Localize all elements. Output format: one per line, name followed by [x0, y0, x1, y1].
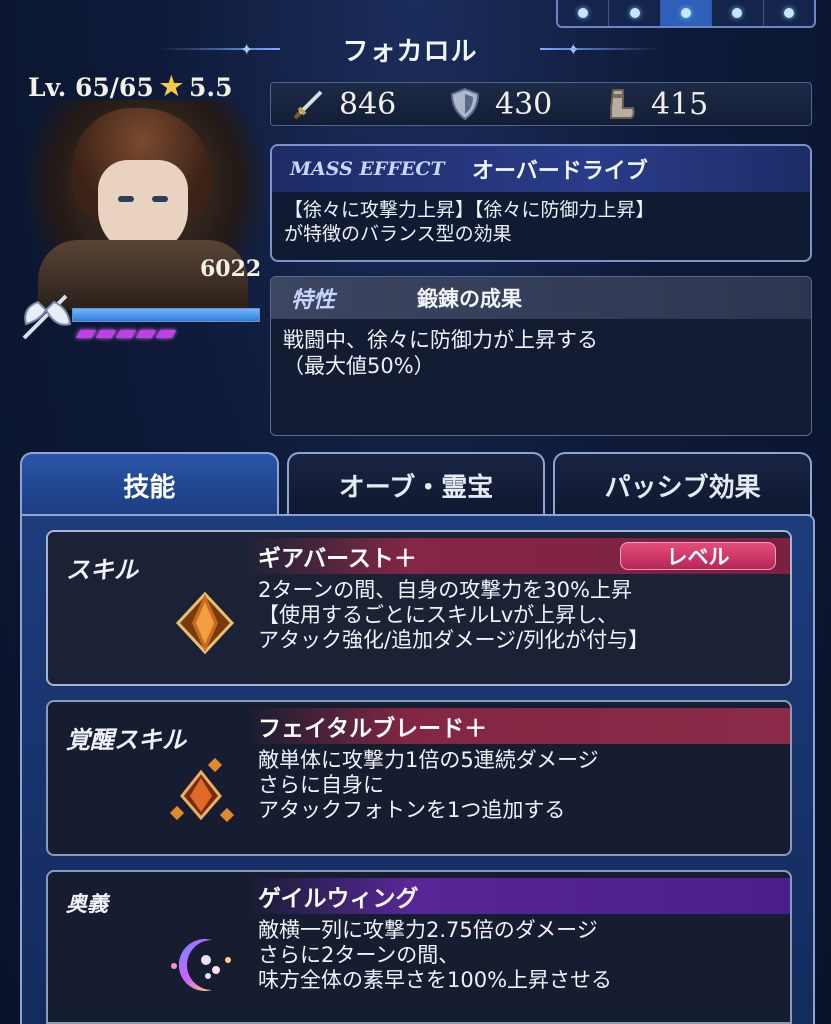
mp-pip	[115, 330, 137, 338]
mass-effect-header: MASS EFFECT オーバードライブ	[272, 146, 810, 192]
skill-name-bar: ゲイルウィング	[244, 878, 790, 914]
boot-icon	[610, 89, 635, 119]
hp-bar	[72, 308, 260, 322]
skill-name-bar: ギアバースト＋ レベル	[244, 538, 790, 574]
title-bar: ✦ フォカロル ✦	[140, 30, 680, 68]
mp-pip	[135, 330, 157, 338]
mass-effect-name: オーバードライブ	[472, 159, 648, 184]
skill-description: 2ターンの間、自身の攻撃力を30%上昇 【使用するごとにスキルLvが上昇し、 ア…	[258, 578, 780, 653]
star-icon: ★	[159, 72, 184, 102]
mp-pips	[75, 330, 177, 338]
shield-icon	[450, 87, 480, 121]
page-dot[interactable]	[558, 0, 610, 26]
skill-card[interactable]: スキル ギアバースト＋ レベル 2ターンの間、自身の攻撃力を30%上昇 【使用す…	[46, 530, 792, 686]
title-ornament	[160, 48, 280, 50]
skill-desc-line: さらに自身に	[258, 773, 384, 797]
defense-stat: 430	[427, 86, 583, 122]
skill-desc-line: アタックフォトンを1つ追加する	[258, 798, 566, 822]
ultimate-skill-card[interactable]: 奥義 ゲイルウィング 敵横一列に攻撃力2.75倍のダメージ さらに2ターンの間、…	[46, 870, 792, 1024]
mass-effect-description: 【徐々に攻撃力上昇】【徐々に防御力上昇】 が特徴のバランス型の効果	[272, 192, 810, 252]
trait-panel: 特性 鍛錬の成果 戦闘中、徐々に防御力が上昇する （最大値50%）	[270, 276, 812, 436]
defense-value: 430	[495, 86, 553, 122]
title-ornament	[540, 48, 660, 50]
page-indicator[interactable]	[556, 0, 816, 28]
trait-desc-line: （最大値50%）	[283, 354, 435, 378]
mass-effect-desc-line: 【徐々に攻撃力上昇】【徐々に防御力上昇】	[284, 199, 655, 221]
skill-description: 敵単体に攻撃力1倍の5連続ダメージ さらに自身に アタックフォトンを1つ追加する	[258, 748, 780, 823]
gem-cluster-icon	[166, 757, 236, 828]
mp-pip	[155, 330, 177, 338]
level-button[interactable]: レベル	[620, 542, 776, 570]
tab-orbs[interactable]: オーブ・霊宝	[286, 452, 546, 516]
skill-desc-line: さらに2ターンの間、	[258, 943, 460, 967]
tab-passive[interactable]: パッシブ効果	[553, 452, 813, 516]
trait-desc-line: 戦闘中、徐々に防御力が上昇する	[283, 328, 598, 352]
skill-desc-line: 【使用するごとにスキルLvが上昇し、	[258, 603, 619, 627]
mp-pip	[95, 330, 117, 338]
trait-tag: 特性	[291, 288, 336, 313]
skill-name: ギアバースト＋	[258, 546, 417, 572]
attack-stat: 846	[271, 86, 427, 122]
speed-stat: 415	[583, 86, 739, 122]
trait-header: 特性 鍛錬の成果	[271, 277, 811, 319]
skill-type-label: スキル	[66, 556, 138, 584]
skill-desc-line: 味方全体の素早さを100%上昇させる	[258, 968, 613, 992]
awakened-skill-card[interactable]: 覚醒スキル フェイタルブレード＋ 敵単体に攻撃力1倍の5連続ダメージ さらに自身…	[46, 700, 792, 856]
skill-desc-line: アタック強化/追加ダメージ/列化が付与】	[258, 628, 650, 652]
trait-name: 鍛錬の成果	[417, 287, 522, 311]
sparkle-icon: ✦	[240, 40, 254, 59]
skill-desc-line: 2ターンの間、自身の攻撃力を30%上昇	[258, 578, 632, 602]
sword-icon	[293, 90, 323, 120]
power-value: 6022	[200, 256, 262, 282]
stats-bar: 846 430 415	[270, 82, 812, 126]
page-dot[interactable]	[764, 0, 814, 26]
skill-description: 敵横一列に攻撃力2.75倍のダメージ さらに2ターンの間、 味方全体の素早さを1…	[258, 918, 780, 993]
tab-bar: 技能 オーブ・霊宝 パッシブ効果	[20, 452, 813, 516]
tab-skills[interactable]: 技能	[20, 452, 279, 516]
skill-type-label: 覚醒スキル	[66, 726, 186, 754]
trait-description: 戦闘中、徐々に防御力が上昇する （最大値50%）	[271, 319, 811, 387]
skill-name: ゲイルウィング	[258, 886, 419, 912]
skill-type-label: 奥義	[66, 892, 108, 916]
skill-desc-line: 敵単体に攻撃力1倍の5連続ダメージ	[258, 748, 599, 772]
level-text: Lv. 65/65	[28, 72, 154, 102]
axe-weapon-icon	[16, 284, 78, 346]
page-dot[interactable]	[609, 0, 661, 26]
mp-pip	[75, 330, 97, 338]
attack-value: 846	[339, 86, 397, 122]
level-row: Lv. 65/65 ★ 5.5	[28, 72, 233, 102]
rarity-value: 5.5	[189, 72, 233, 102]
crescent-moon-icon	[166, 930, 236, 1000]
speed-value: 415	[651, 86, 709, 122]
skill-desc-line: 敵横一列に攻撃力2.75倍のダメージ	[258, 918, 598, 942]
character-name: フォカロル	[342, 36, 478, 67]
mass-effect-panel: MASS EFFECT オーバードライブ 【徐々に攻撃力上昇】【徐々に防御力上昇…	[270, 144, 812, 262]
page-dot-active[interactable]	[660, 0, 713, 26]
skill-name: フェイタルブレード＋	[258, 716, 488, 742]
gem-icon	[170, 588, 240, 658]
skill-name-bar: フェイタルブレード＋	[244, 708, 790, 744]
page-dot[interactable]	[712, 0, 764, 26]
mass-effect-tag: MASS EFFECT	[290, 158, 445, 180]
mass-effect-desc-line: が特徴のバランス型の効果	[284, 223, 512, 245]
